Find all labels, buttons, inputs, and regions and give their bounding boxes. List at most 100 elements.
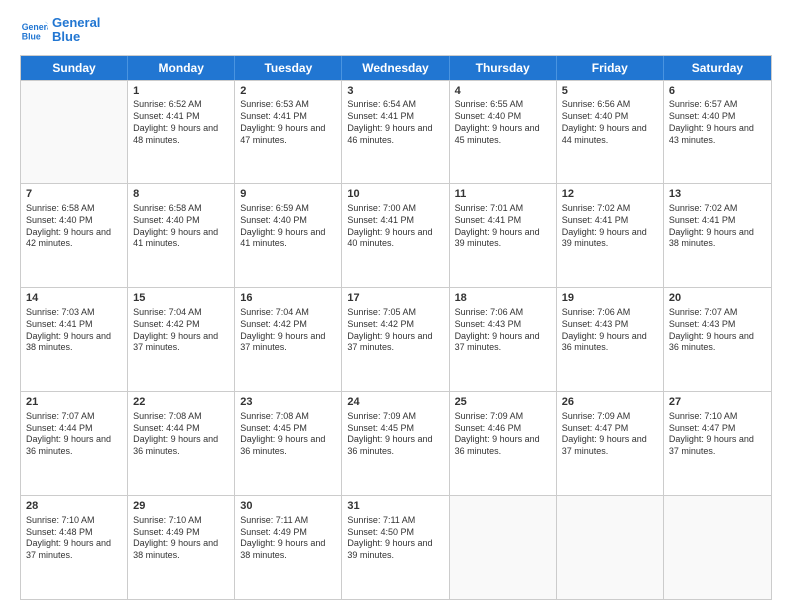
calendar-cell: 15Sunrise: 7:04 AMSunset: 4:42 PMDayligh… — [128, 288, 235, 391]
day-info: Sunrise: 7:06 AMSunset: 4:43 PMDaylight:… — [562, 307, 658, 354]
calendar-cell — [21, 81, 128, 184]
calendar-cell: 24Sunrise: 7:09 AMSunset: 4:45 PMDayligh… — [342, 392, 449, 495]
calendar-cell: 13Sunrise: 7:02 AMSunset: 4:41 PMDayligh… — [664, 184, 771, 287]
calendar-cell: 22Sunrise: 7:08 AMSunset: 4:44 PMDayligh… — [128, 392, 235, 495]
day-number: 22 — [133, 395, 229, 410]
cal-header-cell: Wednesday — [342, 56, 449, 80]
calendar-week: 7 Sunrise: 6:58 AMSunset: 4:40 PMDaylight… — [21, 183, 771, 287]
day-info: Sunrise: 7:05 AMSunset: 4:42 PMDaylight:… — [347, 307, 443, 354]
calendar-week: 1Sunrise: 6:52 AMSunset: 4:41 PMDaylight… — [21, 80, 771, 184]
day-info: Sunrise: 7:07 AMSunset: 4:43 PMDaylight:… — [669, 307, 766, 354]
day-number: 13 — [669, 187, 766, 202]
day-number: 3 — [347, 84, 443, 99]
page: General Blue General Blue SundayMondayTu… — [0, 0, 792, 612]
day-number: 4 — [455, 84, 551, 99]
calendar-cell: 17Sunrise: 7:05 AMSunset: 4:42 PMDayligh… — [342, 288, 449, 391]
calendar-cell: 5Sunrise: 6:56 AMSunset: 4:40 PMDaylight… — [557, 81, 664, 184]
calendar-cell: 3Sunrise: 6:54 AMSunset: 4:41 PMDaylight… — [342, 81, 449, 184]
day-info: Sunrise: 7:09 AMSunset: 4:45 PMDaylight:… — [347, 411, 443, 458]
day-info: Sunrise: 6:53 AMSunset: 4:41 PMDaylight:… — [240, 99, 336, 146]
day-number: 29 — [133, 499, 229, 514]
day-number: 6 — [669, 84, 766, 99]
day-info: Sunrise: 7:03 AMSunset: 4:41 PMDaylight:… — [26, 307, 122, 354]
calendar-cell: 11Sunrise: 7:01 AMSunset: 4:41 PMDayligh… — [450, 184, 557, 287]
day-number: 7 — [26, 187, 122, 202]
day-info: Sunrise: 7:10 AMSunset: 4:49 PMDaylight:… — [133, 515, 229, 562]
calendar-week: 21Sunrise: 7:07 AMSunset: 4:44 PMDayligh… — [21, 391, 771, 495]
day-info: Sunrise: 7:06 AMSunset: 4:43 PMDaylight:… — [455, 307, 551, 354]
day-number: 27 — [669, 395, 766, 410]
day-info: Sunrise: 6:54 AMSunset: 4:41 PMDaylight:… — [347, 99, 443, 146]
logo-text-blue: Blue — [52, 30, 100, 44]
logo-icon: General Blue — [20, 16, 48, 44]
cal-header-cell: Thursday — [450, 56, 557, 80]
calendar-week: 28Sunrise: 7:10 AMSunset: 4:48 PMDayligh… — [21, 495, 771, 599]
calendar-cell: 16Sunrise: 7:04 AMSunset: 4:42 PMDayligh… — [235, 288, 342, 391]
day-number: 2 — [240, 84, 336, 99]
calendar-cell: 25Sunrise: 7:09 AMSunset: 4:46 PMDayligh… — [450, 392, 557, 495]
calendar-cell: 18Sunrise: 7:06 AMSunset: 4:43 PMDayligh… — [450, 288, 557, 391]
day-number: 1 — [133, 84, 229, 99]
calendar-cell: 19Sunrise: 7:06 AMSunset: 4:43 PMDayligh… — [557, 288, 664, 391]
calendar-cell: 20Sunrise: 7:07 AMSunset: 4:43 PMDayligh… — [664, 288, 771, 391]
calendar-cell: 29Sunrise: 7:10 AMSunset: 4:49 PMDayligh… — [128, 496, 235, 599]
calendar-header-row: SundayMondayTuesdayWednesdayThursdayFrid… — [21, 56, 771, 80]
calendar-body: 1Sunrise: 6:52 AMSunset: 4:41 PMDaylight… — [21, 80, 771, 599]
calendar-cell: 6Sunrise: 6:57 AMSunset: 4:40 PMDaylight… — [664, 81, 771, 184]
calendar-cell — [557, 496, 664, 599]
day-number: 31 — [347, 499, 443, 514]
day-number: 30 — [240, 499, 336, 514]
logo-text-general: General — [52, 16, 100, 30]
day-info: Sunrise: 7:10 AMSunset: 4:48 PMDaylight:… — [26, 515, 122, 562]
cal-header-cell: Saturday — [664, 56, 771, 80]
day-info: Sunrise: 7:10 AMSunset: 4:47 PMDaylight:… — [669, 411, 766, 458]
header: General Blue General Blue — [20, 16, 772, 45]
day-info: Sunrise: 7:08 AMSunset: 4:44 PMDaylight:… — [133, 411, 229, 458]
svg-text:Blue: Blue — [22, 32, 41, 42]
day-number: 21 — [26, 395, 122, 410]
day-number: 12 — [562, 187, 658, 202]
day-info: Sunrise: 6:59 AMSunset: 4:40 PMDaylight:… — [240, 203, 336, 250]
calendar-cell: 14Sunrise: 7:03 AMSunset: 4:41 PMDayligh… — [21, 288, 128, 391]
day-info: Sunrise: 6:52 AMSunset: 4:41 PMDaylight:… — [133, 99, 229, 146]
calendar-cell: 12Sunrise: 7:02 AMSunset: 4:41 PMDayligh… — [557, 184, 664, 287]
day-number: 16 — [240, 291, 336, 306]
day-number: 26 — [562, 395, 658, 410]
cal-header-cell: Sunday — [21, 56, 128, 80]
day-info: Sunrise: 7:11 AMSunset: 4:50 PMDaylight:… — [347, 515, 443, 562]
day-info: Sunrise: 6:58 AMSunset: 4:40 PMDaylight:… — [133, 203, 229, 250]
cal-header-cell: Friday — [557, 56, 664, 80]
calendar-cell: 21Sunrise: 7:07 AMSunset: 4:44 PMDayligh… — [21, 392, 128, 495]
calendar: SundayMondayTuesdayWednesdayThursdayFrid… — [20, 55, 772, 600]
day-number: 17 — [347, 291, 443, 306]
day-number: 11 — [455, 187, 551, 202]
day-number: 10 — [347, 187, 443, 202]
day-number: 15 — [133, 291, 229, 306]
calendar-cell: 7Sunrise: 6:58 AMSunset: 4:40 PMDaylight… — [21, 184, 128, 287]
calendar-cell: 4Sunrise: 6:55 AMSunset: 4:40 PMDaylight… — [450, 81, 557, 184]
day-number: 23 — [240, 395, 336, 410]
day-number: 28 — [26, 499, 122, 514]
calendar-cell: 1Sunrise: 6:52 AMSunset: 4:41 PMDaylight… — [128, 81, 235, 184]
day-info: Sunrise: 6:57 AMSunset: 4:40 PMDaylight:… — [669, 99, 766, 146]
day-number: 20 — [669, 291, 766, 306]
calendar-cell: 31Sunrise: 7:11 AMSunset: 4:50 PMDayligh… — [342, 496, 449, 599]
cal-header-cell: Tuesday — [235, 56, 342, 80]
svg-text:General: General — [22, 22, 48, 32]
day-info: Sunrise: 7:01 AMSunset: 4:41 PMDaylight:… — [455, 203, 551, 250]
day-number: 18 — [455, 291, 551, 306]
day-info: Sunrise: 7:04 AMSunset: 4:42 PMDaylight:… — [240, 307, 336, 354]
day-info: Sunrise: 7:09 AMSunset: 4:46 PMDaylight:… — [455, 411, 551, 458]
day-info: Sunrise: 6:56 AMSunset: 4:40 PMDaylight:… — [562, 99, 658, 146]
calendar-cell: 26Sunrise: 7:09 AMSunset: 4:47 PMDayligh… — [557, 392, 664, 495]
day-number: 8 — [133, 187, 229, 202]
calendar-cell: 10Sunrise: 7:00 AMSunset: 4:41 PMDayligh… — [342, 184, 449, 287]
day-info: Sunrise: 7:07 AMSunset: 4:44 PMDaylight:… — [26, 411, 122, 458]
day-number: 19 — [562, 291, 658, 306]
calendar-cell: 23Sunrise: 7:08 AMSunset: 4:45 PMDayligh… — [235, 392, 342, 495]
day-number: 25 — [455, 395, 551, 410]
calendar-week: 14Sunrise: 7:03 AMSunset: 4:41 PMDayligh… — [21, 287, 771, 391]
cal-header-cell: Monday — [128, 56, 235, 80]
day-number: 9 — [240, 187, 336, 202]
calendar-cell: 27Sunrise: 7:10 AMSunset: 4:47 PMDayligh… — [664, 392, 771, 495]
